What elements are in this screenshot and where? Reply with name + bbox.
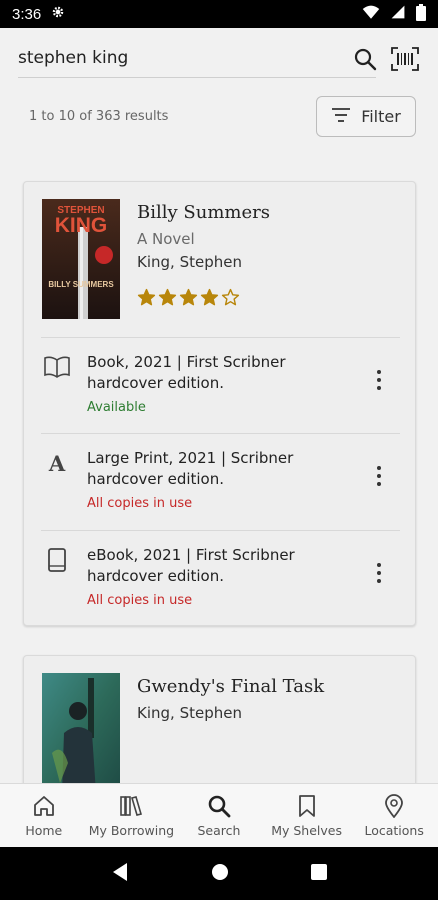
wifi-icon (362, 4, 380, 24)
tablet-icon (44, 547, 70, 573)
nav-my-borrowing[interactable]: My Borrowing (88, 784, 176, 847)
format-line-1: eBook, 2021 | First Scribner (87, 546, 295, 564)
search-input[interactable]: stephen king (18, 48, 128, 68)
book-title[interactable]: Billy Summers (137, 202, 270, 223)
search-underline (18, 77, 376, 78)
book-cover-image[interactable] (42, 673, 120, 793)
more-options-icon[interactable] (369, 561, 389, 585)
nav-search[interactable]: Search (175, 784, 263, 847)
book-author: King, Stephen (137, 704, 242, 722)
format-line-2: hardcover edition. (87, 374, 225, 392)
filter-label: Filter (361, 107, 401, 126)
nav-label: My Borrowing (88, 823, 175, 838)
svg-text:BILLY SUMMERS: BILLY SUMMERS (48, 280, 114, 289)
format-row-book[interactable]: Book, 2021 | First Scribner hardcover ed… (24, 338, 417, 434)
more-options-icon[interactable] (369, 368, 389, 392)
star-filled-icon (158, 288, 177, 311)
location-pin-icon (381, 793, 407, 819)
book-author: King, Stephen (137, 253, 242, 271)
recents-icon[interactable] (311, 863, 327, 884)
nav-home[interactable]: Home (0, 784, 88, 847)
svg-text:A: A (48, 452, 66, 474)
star-rating (137, 288, 240, 311)
nav-label: My Shelves (271, 823, 342, 838)
more-options-icon[interactable] (369, 464, 389, 488)
status-time: 3:36 (12, 5, 42, 23)
format-description: Large Print, 2021 | Scribner hardcover e… (87, 448, 347, 490)
nav-label: Search (197, 823, 241, 838)
result-card[interactable]: STEPHEN KING BILLY SUMMERS Billy Summers… (23, 181, 416, 626)
availability-status: Available (87, 400, 146, 415)
system-navigation-bar (0, 847, 438, 900)
format-row-large-print[interactable]: A Large Print, 2021 | Scribner hardcover… (24, 434, 417, 530)
back-icon[interactable] (111, 862, 129, 886)
bottom-navigation: Home My Borrowing Search My Shelves Loca… (0, 783, 438, 847)
books-icon (118, 793, 144, 819)
star-empty-icon (221, 288, 240, 311)
book-cover-image[interactable]: STEPHEN KING BILLY SUMMERS (42, 199, 120, 319)
book-open-icon (44, 354, 70, 380)
nav-label: Home (25, 823, 63, 838)
format-description: eBook, 2021 | First Scribner hardcover e… (87, 545, 347, 587)
barcode-scan-icon[interactable] (390, 44, 420, 74)
nav-my-shelves[interactable]: My Shelves (263, 784, 351, 847)
search-icon (206, 793, 232, 819)
signal-icon (390, 4, 406, 24)
star-filled-icon (137, 288, 156, 311)
search-icon[interactable] (350, 44, 380, 74)
book-title[interactable]: Gwendy's Final Task (137, 676, 324, 697)
format-row-ebook[interactable]: eBook, 2021 | First Scribner hardcover e… (24, 531, 417, 627)
search-bar: stephen king (18, 40, 420, 80)
status-bar: 3:36 (0, 0, 438, 28)
nav-locations[interactable]: Locations (350, 784, 438, 847)
format-description: Book, 2021 | First Scribner hardcover ed… (87, 352, 347, 394)
availability-status: All copies in use (87, 496, 193, 511)
star-filled-icon (200, 288, 219, 311)
home-icon (31, 793, 57, 819)
bookmark-icon (294, 793, 320, 819)
large-print-icon: A (44, 450, 70, 476)
svg-text:KING: KING (55, 214, 108, 237)
format-line-1: Book, 2021 | First Scribner (87, 353, 286, 371)
settings-gear-icon (51, 5, 65, 23)
home-circle-icon[interactable] (211, 863, 229, 885)
results-count: 1 to 10 of 363 results (29, 109, 169, 124)
format-line-1: Large Print, 2021 | Scribner (87, 449, 294, 467)
battery-icon (416, 3, 426, 25)
format-line-2: hardcover edition. (87, 567, 225, 585)
availability-status: All copies in use (87, 593, 193, 608)
filter-button[interactable]: Filter (316, 96, 416, 137)
star-filled-icon (179, 288, 198, 311)
book-subtitle: A Novel (137, 230, 195, 248)
nav-label: Locations (364, 823, 424, 838)
filter-icon (331, 107, 351, 127)
format-line-2: hardcover edition. (87, 470, 225, 488)
